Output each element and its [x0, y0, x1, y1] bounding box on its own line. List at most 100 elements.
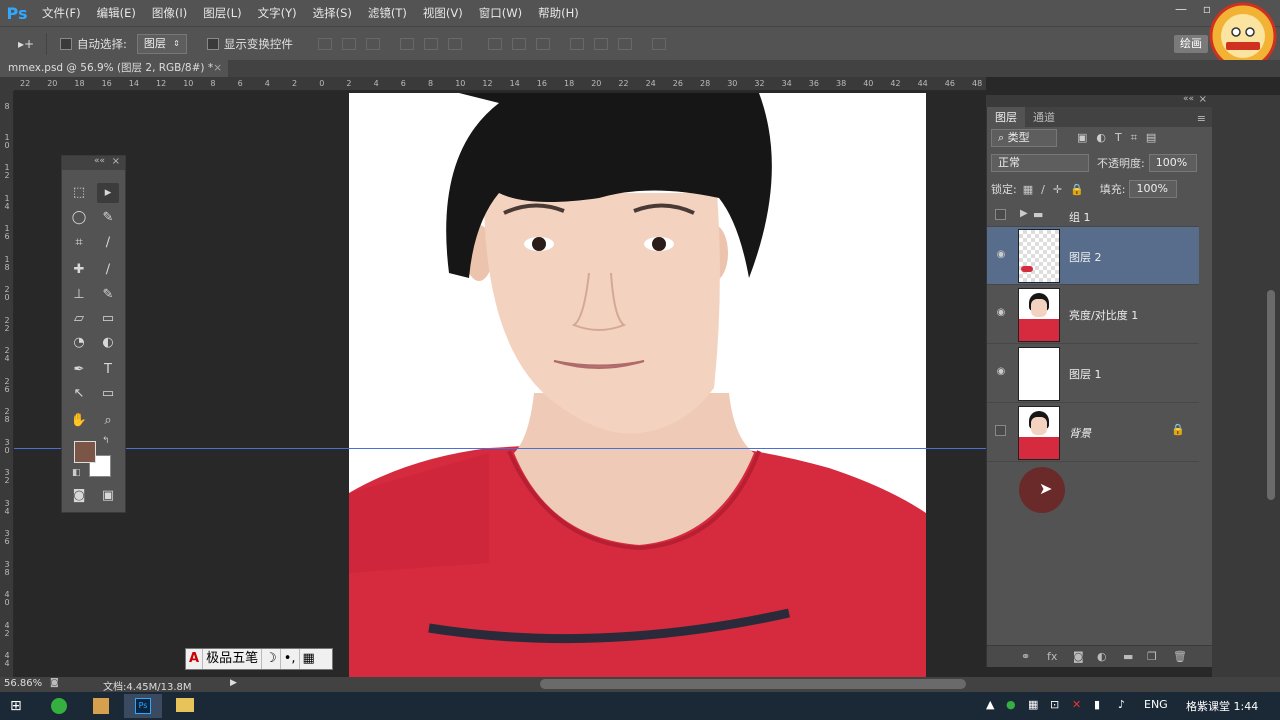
quick-mask-icon[interactable]: ◙: [68, 486, 90, 506]
dodge-tool-icon[interactable]: ◐: [97, 333, 119, 353]
document-tab[interactable]: mmex.psd @ 56.9% (图层 2, RGB/8#) * ×: [0, 60, 228, 77]
close-panel-icon[interactable]: ×: [112, 156, 120, 167]
menu-help[interactable]: 帮助(H): [530, 5, 587, 21]
menu-file[interactable]: 文件(F): [34, 5, 89, 21]
tab-channels[interactable]: 通道: [1025, 107, 1063, 127]
distribute-right-icon[interactable]: [617, 37, 632, 50]
lock-icons[interactable]: ▦∕✛🔒: [1023, 183, 1092, 196]
new-layer-icon[interactable]: ❐: [1147, 650, 1157, 663]
opacity-input[interactable]: 100%: [1148, 154, 1197, 172]
canvas-area[interactable]: [14, 91, 986, 677]
zoom-level[interactable]: 56.86%: [4, 678, 42, 689]
ruler-vertical[interactable]: 8 1 0 1 2 1 4 1 6 1 8 2 0 2 2 2 4 2 6 2 8 3 0 3 2 3 4…: [0, 91, 14, 677]
auto-align-icon[interactable]: [651, 37, 666, 50]
taskbar-browser[interactable]: [40, 694, 78, 718]
align-top-icon[interactable]: [317, 37, 332, 50]
collapse-panel-icon[interactable]: ««: [1183, 94, 1194, 104]
clone-stamp-tool-icon[interactable]: ⊥: [68, 285, 90, 305]
menu-type[interactable]: 文字(Y): [250, 5, 305, 21]
horizontal-guide[interactable]: [14, 448, 986, 449]
delete-layer-icon[interactable]: 🗑: [1173, 650, 1187, 663]
link-layers-icon[interactable]: ⚭: [1021, 650, 1030, 663]
auto-select-dropdown[interactable]: 图层 ⇕: [136, 33, 187, 54]
workspace-switcher[interactable]: 绘画: [1174, 35, 1208, 53]
taskbar-photoshop[interactable]: Ps: [124, 694, 162, 718]
hand-tool-icon[interactable]: ✋: [68, 411, 90, 431]
layer-row[interactable]: 背景 🔒: [987, 403, 1199, 462]
type-tool-icon[interactable]: T: [97, 360, 119, 380]
status-menu-arrow-icon[interactable]: ▶: [230, 678, 237, 688]
eraser-tool-icon[interactable]: ▱: [68, 309, 90, 329]
tray-app-icon[interactable]: ●: [1006, 698, 1016, 711]
show-transform-checkbox[interactable]: [206, 37, 219, 50]
visibility-toggle-empty[interactable]: [995, 425, 1006, 436]
blur-tool-icon[interactable]: ◔: [68, 333, 90, 353]
panel-menu-icon[interactable]: ≡: [1191, 110, 1212, 127]
filter-icons[interactable]: ▣◐T⌗▤: [1077, 131, 1165, 145]
tools-panel-header[interactable]: «« ×: [62, 156, 125, 170]
clock[interactable]: 格紫课堂 1:44: [1186, 698, 1258, 714]
tab-layers[interactable]: 图层: [987, 107, 1025, 127]
crop-tool-icon[interactable]: ⌗: [68, 233, 90, 253]
layer-row[interactable]: ◉ 图层 1: [987, 344, 1199, 403]
default-colors-icon[interactable]: ◧: [72, 468, 81, 478]
expand-group-icon[interactable]: ▶: [1020, 208, 1028, 219]
layer-group-row[interactable]: ▶ ▬ 组 1: [987, 205, 1199, 227]
align-bottom-icon[interactable]: [365, 37, 380, 50]
healing-brush-tool-icon[interactable]: ✚: [68, 260, 90, 280]
fx-icon[interactable]: fx: [1047, 650, 1057, 663]
swap-colors-icon[interactable]: ↰: [102, 436, 110, 446]
tray-keyboard-icon[interactable]: ▦: [1028, 698, 1038, 711]
blend-mode-dropdown[interactable]: 正常: [991, 154, 1089, 172]
close-tab-icon[interactable]: ×: [213, 60, 222, 77]
fill-input[interactable]: 100%: [1129, 180, 1178, 198]
path-select-tool-icon[interactable]: ↖: [68, 384, 90, 404]
lasso-tool-icon[interactable]: ◯: [68, 208, 90, 228]
tray-network-icon[interactable]: ⊡: [1050, 698, 1059, 711]
screen-mode-icon[interactable]: ▣: [97, 486, 119, 506]
align-vcenter-icon[interactable]: [341, 37, 356, 50]
menu-image[interactable]: 图像(I): [144, 5, 195, 21]
horizontal-scrollbar[interactable]: [540, 679, 966, 689]
marquee-tool-icon[interactable]: ⬚: [68, 183, 90, 203]
auto-select-checkbox[interactable]: [60, 37, 72, 50]
taskbar-app[interactable]: [82, 694, 120, 718]
add-mask-icon[interactable]: ◙: [1073, 650, 1084, 663]
language-indicator[interactable]: ENG: [1144, 698, 1168, 711]
pen-tool-icon[interactable]: ✒: [68, 360, 90, 380]
minimize-icon[interactable]: —: [1168, 0, 1194, 18]
rectangle-tool-icon[interactable]: ▭: [97, 384, 119, 404]
taskbar-explorer[interactable]: [166, 694, 204, 718]
layer-row[interactable]: ◉ 图层 2: [987, 227, 1199, 285]
tray-volume-icon[interactable]: ♪: [1118, 698, 1125, 711]
ruler-origin[interactable]: [0, 77, 14, 91]
menu-view[interactable]: 视图(V): [415, 5, 471, 21]
document-canvas[interactable]: [349, 93, 926, 677]
visibility-toggle-empty[interactable]: [995, 209, 1006, 220]
ime-moon-icon[interactable]: ☽: [262, 649, 281, 669]
windows-start-icon[interactable]: ⊞: [10, 698, 22, 714]
align-hcenter-icon[interactable]: [423, 37, 438, 50]
quick-select-tool-icon[interactable]: ✎: [97, 208, 119, 228]
vertical-scrollbar[interactable]: [1267, 290, 1275, 500]
layers-panel-dock-header[interactable]: «« ×: [986, 94, 1212, 107]
brush-tool-icon[interactable]: ∕: [97, 260, 119, 280]
tray-alert-icon[interactable]: ✕: [1072, 698, 1081, 711]
menu-window[interactable]: 窗口(W): [471, 5, 530, 21]
move-tool-preset-icon[interactable]: ▸+: [0, 37, 46, 51]
close-layers-panel-icon[interactable]: ×: [1199, 94, 1207, 105]
distribute-vcenter-icon[interactable]: [511, 37, 526, 50]
eye-icon[interactable]: ◉: [995, 307, 1007, 319]
status-share-icon[interactable]: ◙: [50, 678, 59, 688]
menu-layer[interactable]: 图层(L): [195, 5, 249, 21]
ime-punct-icon[interactable]: •,: [281, 649, 300, 669]
layer-row[interactable]: ◉ 亮度/对比度 1: [987, 285, 1199, 344]
collapse-icon[interactable]: ««: [94, 156, 105, 166]
foreground-color-swatch[interactable]: [74, 441, 96, 463]
ime-name[interactable]: 极品五笔: [203, 649, 263, 669]
distribute-top-icon[interactable]: [487, 37, 502, 50]
align-right-icon[interactable]: [447, 37, 462, 50]
filter-kind-dropdown[interactable]: ⌕ 类型: [991, 129, 1057, 147]
tray-signal-icon[interactable]: ▮: [1094, 698, 1100, 711]
ruler-horizontal[interactable]: 22 20 18 16 14 12 10 8 6 4 2 0 2 4 6 8 10 12 14 16 18 20 22 24 2…: [14, 77, 986, 91]
